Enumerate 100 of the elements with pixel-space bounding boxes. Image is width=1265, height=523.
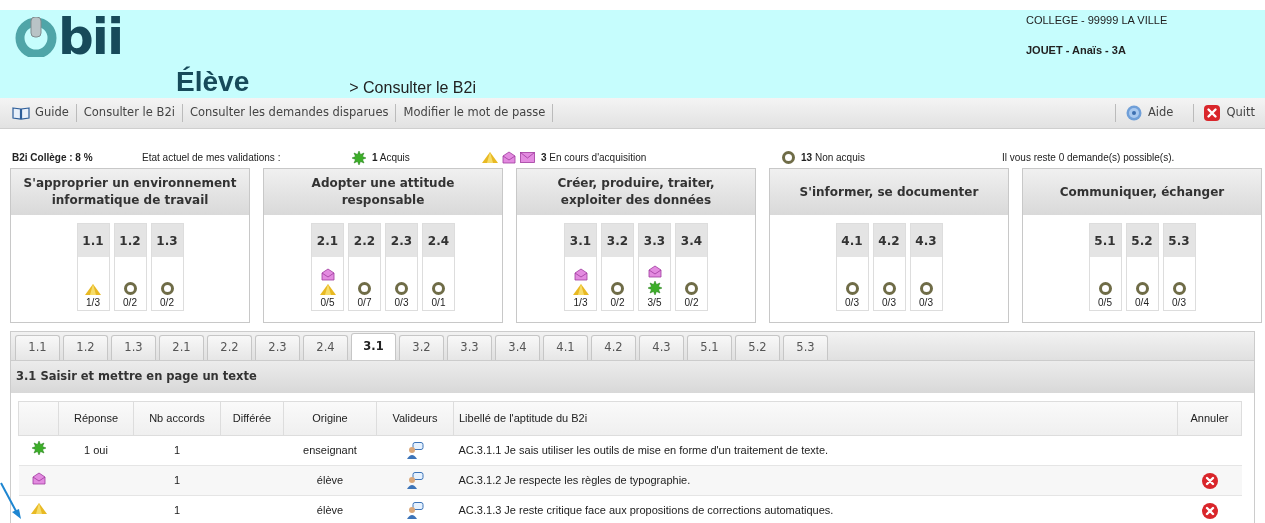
help-icon: [1126, 105, 1142, 121]
tab[interactable]: 2.1: [159, 335, 204, 360]
competence-cell[interactable]: 4.2 0/3: [872, 223, 906, 311]
ring-icon: [395, 282, 408, 295]
nav-link[interactable]: Consulter le B2i: [83, 104, 175, 122]
competence-score: 0/3: [394, 298, 409, 308]
tab[interactable]: 4.3: [639, 335, 684, 360]
competence-cell[interactable]: 3.4 0/2: [675, 223, 708, 311]
ring-icon: [123, 282, 137, 295]
competence-code: 5.1: [1089, 224, 1121, 257]
legend-label: 1 Acquis: [372, 151, 410, 165]
nav-link[interactable]: Consulter les demandes disparues: [189, 104, 389, 122]
tab[interactable]: 3.2: [399, 335, 444, 360]
book-icon: [12, 106, 30, 120]
nav-link[interactable]: Aide: [1126, 104, 1184, 122]
competence-cell[interactable]: 1.2 0/2: [113, 223, 147, 311]
cancel-icon[interactable]: [1201, 503, 1218, 520]
competence-code: 3.1: [565, 224, 596, 257]
competence-score: 1/3: [86, 298, 100, 308]
student-name: JOUET - Anaïs - 3A: [1026, 42, 1127, 58]
nav-link[interactable]: Guide: [12, 104, 69, 122]
table-cell: élève: [316, 504, 344, 517]
tab[interactable]: 3.4: [495, 335, 540, 360]
competence-score: 0/5: [320, 298, 335, 308]
competence-cell[interactable]: 4.3 0/3: [909, 223, 943, 311]
table-cell: 1: [173, 444, 181, 457]
logo-text: bii: [58, 12, 123, 62]
triangle-icon: [30, 503, 47, 515]
competence-code: 4.2: [873, 224, 905, 257]
competence-score: 0/2: [610, 298, 625, 308]
nav-link[interactable]: Quitt: [1204, 104, 1265, 122]
competence-cell[interactable]: 3.3 3/5: [638, 223, 671, 311]
cancel-icon[interactable]: [1201, 473, 1218, 490]
competence-code: 5.2: [1126, 224, 1158, 257]
star-icon: [352, 150, 366, 165]
tab[interactable]: 3.1: [351, 333, 396, 360]
ring-icon: [882, 282, 896, 295]
tab[interactable]: 1.1: [15, 335, 60, 360]
competence-cell[interactable]: 2.1 0/5: [311, 223, 344, 311]
tab[interactable]: 5.3: [783, 335, 828, 360]
competence-score: 0/1: [431, 298, 446, 308]
ring-icon: [432, 282, 445, 295]
domain-title: Adopter une attitude responsable: [264, 169, 502, 215]
ring-icon: [358, 282, 371, 295]
competence-score: 0/3: [1172, 298, 1186, 308]
validator-icon[interactable]: [406, 472, 424, 490]
table-cell: 1: [173, 504, 181, 517]
competence-code: 1.2: [114, 224, 146, 257]
ring-icon: [1135, 282, 1149, 295]
tab[interactable]: 5.2: [735, 335, 780, 360]
competence-code: 5.3: [1163, 224, 1195, 257]
ring-icon: [845, 282, 859, 295]
competence-cell[interactable]: 2.2 0/7: [348, 223, 381, 311]
competence-cell[interactable]: 5.1 0/5: [1088, 223, 1122, 311]
competence-cell[interactable]: 3.1 1/3: [564, 223, 597, 311]
competence-cell[interactable]: 5.2 0/4: [1125, 223, 1159, 311]
competence-score: 0/2: [684, 298, 699, 308]
competence-cell[interactable]: 2.4 0/1: [422, 223, 455, 311]
tab[interactable]: 3.3: [447, 335, 492, 360]
table-cell: AC.3.1.2 Je respecte les règles de typographie.: [458, 474, 691, 487]
competence-score: 0/2: [123, 298, 137, 308]
ring-icon: [160, 282, 174, 295]
competence-code: 4.1: [836, 224, 868, 257]
remaining-requests: Il vous reste 0 demande(s) possible(s).: [1002, 151, 1175, 165]
star-icon: [647, 281, 662, 295]
triangle-icon: [319, 284, 336, 295]
competence-cell[interactable]: 5.3 0/3: [1162, 223, 1196, 311]
b2i-score: B2i Collège : 8 %: [12, 151, 94, 165]
tab[interactable]: 1.2: [63, 335, 108, 360]
tab[interactable]: 2.4: [303, 335, 348, 360]
role-title: Élève: [176, 68, 250, 96]
tab[interactable]: 4.1: [543, 335, 588, 360]
competence-code: 2.2: [349, 224, 380, 257]
column-header: Nb accords: [133, 401, 221, 436]
validator-icon[interactable]: [406, 502, 424, 520]
validator-icon[interactable]: [406, 442, 424, 460]
tab[interactable]: 2.3: [255, 335, 300, 360]
competence-cell[interactable]: 4.1 0/3: [835, 223, 869, 311]
tab[interactable]: 5.1: [687, 335, 732, 360]
envelope-icon: [573, 268, 588, 281]
competence-cell[interactable]: 1.1 1/3: [76, 223, 110, 311]
tab[interactable]: 4.2: [591, 335, 636, 360]
state-label: Etat actuel de mes validations :: [142, 151, 282, 165]
competence-score: 3/5: [647, 298, 662, 308]
envelope-icon: [502, 151, 516, 164]
ring-icon: [685, 282, 698, 295]
nav-link[interactable]: Modifier le mot de passe: [403, 104, 546, 122]
table-cell: 1 oui: [84, 444, 108, 457]
ring-icon: [782, 151, 795, 164]
competence-cell[interactable]: 3.2 0/2: [601, 223, 634, 311]
competence-code: 1.3: [151, 224, 183, 257]
competence-score: 0/7: [357, 298, 372, 308]
tab[interactable]: 2.2: [207, 335, 252, 360]
column-header: Différée: [220, 401, 284, 436]
competence-cell[interactable]: 1.3 0/2: [150, 223, 184, 311]
competence-code: 3.3: [639, 224, 670, 257]
tab[interactable]: 1.3: [111, 335, 156, 360]
competence-cell[interactable]: 2.3 0/3: [385, 223, 418, 311]
ring-icon: [919, 282, 933, 295]
table-cell: 1: [173, 474, 181, 487]
